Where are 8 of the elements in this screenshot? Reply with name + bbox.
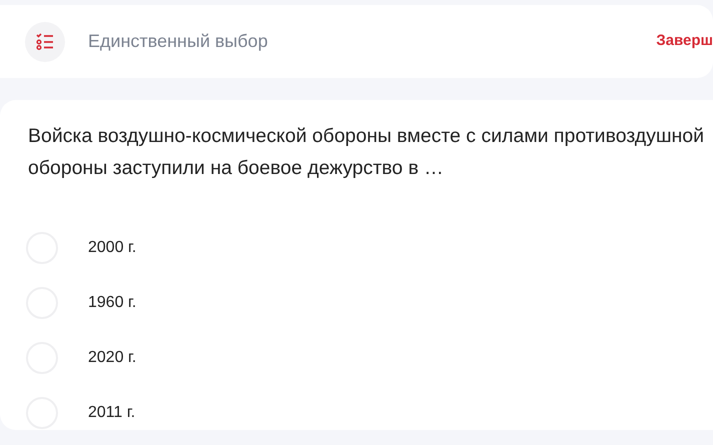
option-label: 2011 г. — [88, 402, 136, 422]
option-label: 2020 г. — [88, 348, 136, 368]
question-type-label: Единственный выбор — [88, 30, 268, 53]
checklist-icon — [25, 22, 65, 62]
option-label: 2000 г. — [88, 238, 136, 258]
finish-button[interactable]: Заверш — [656, 30, 713, 53]
option-label: 1960 г. — [88, 292, 136, 312]
question-text: Войска воздушно-космической обороны вместе с силами противоздушной обороны заступили на боевое дежурство в … — [28, 124, 705, 181]
